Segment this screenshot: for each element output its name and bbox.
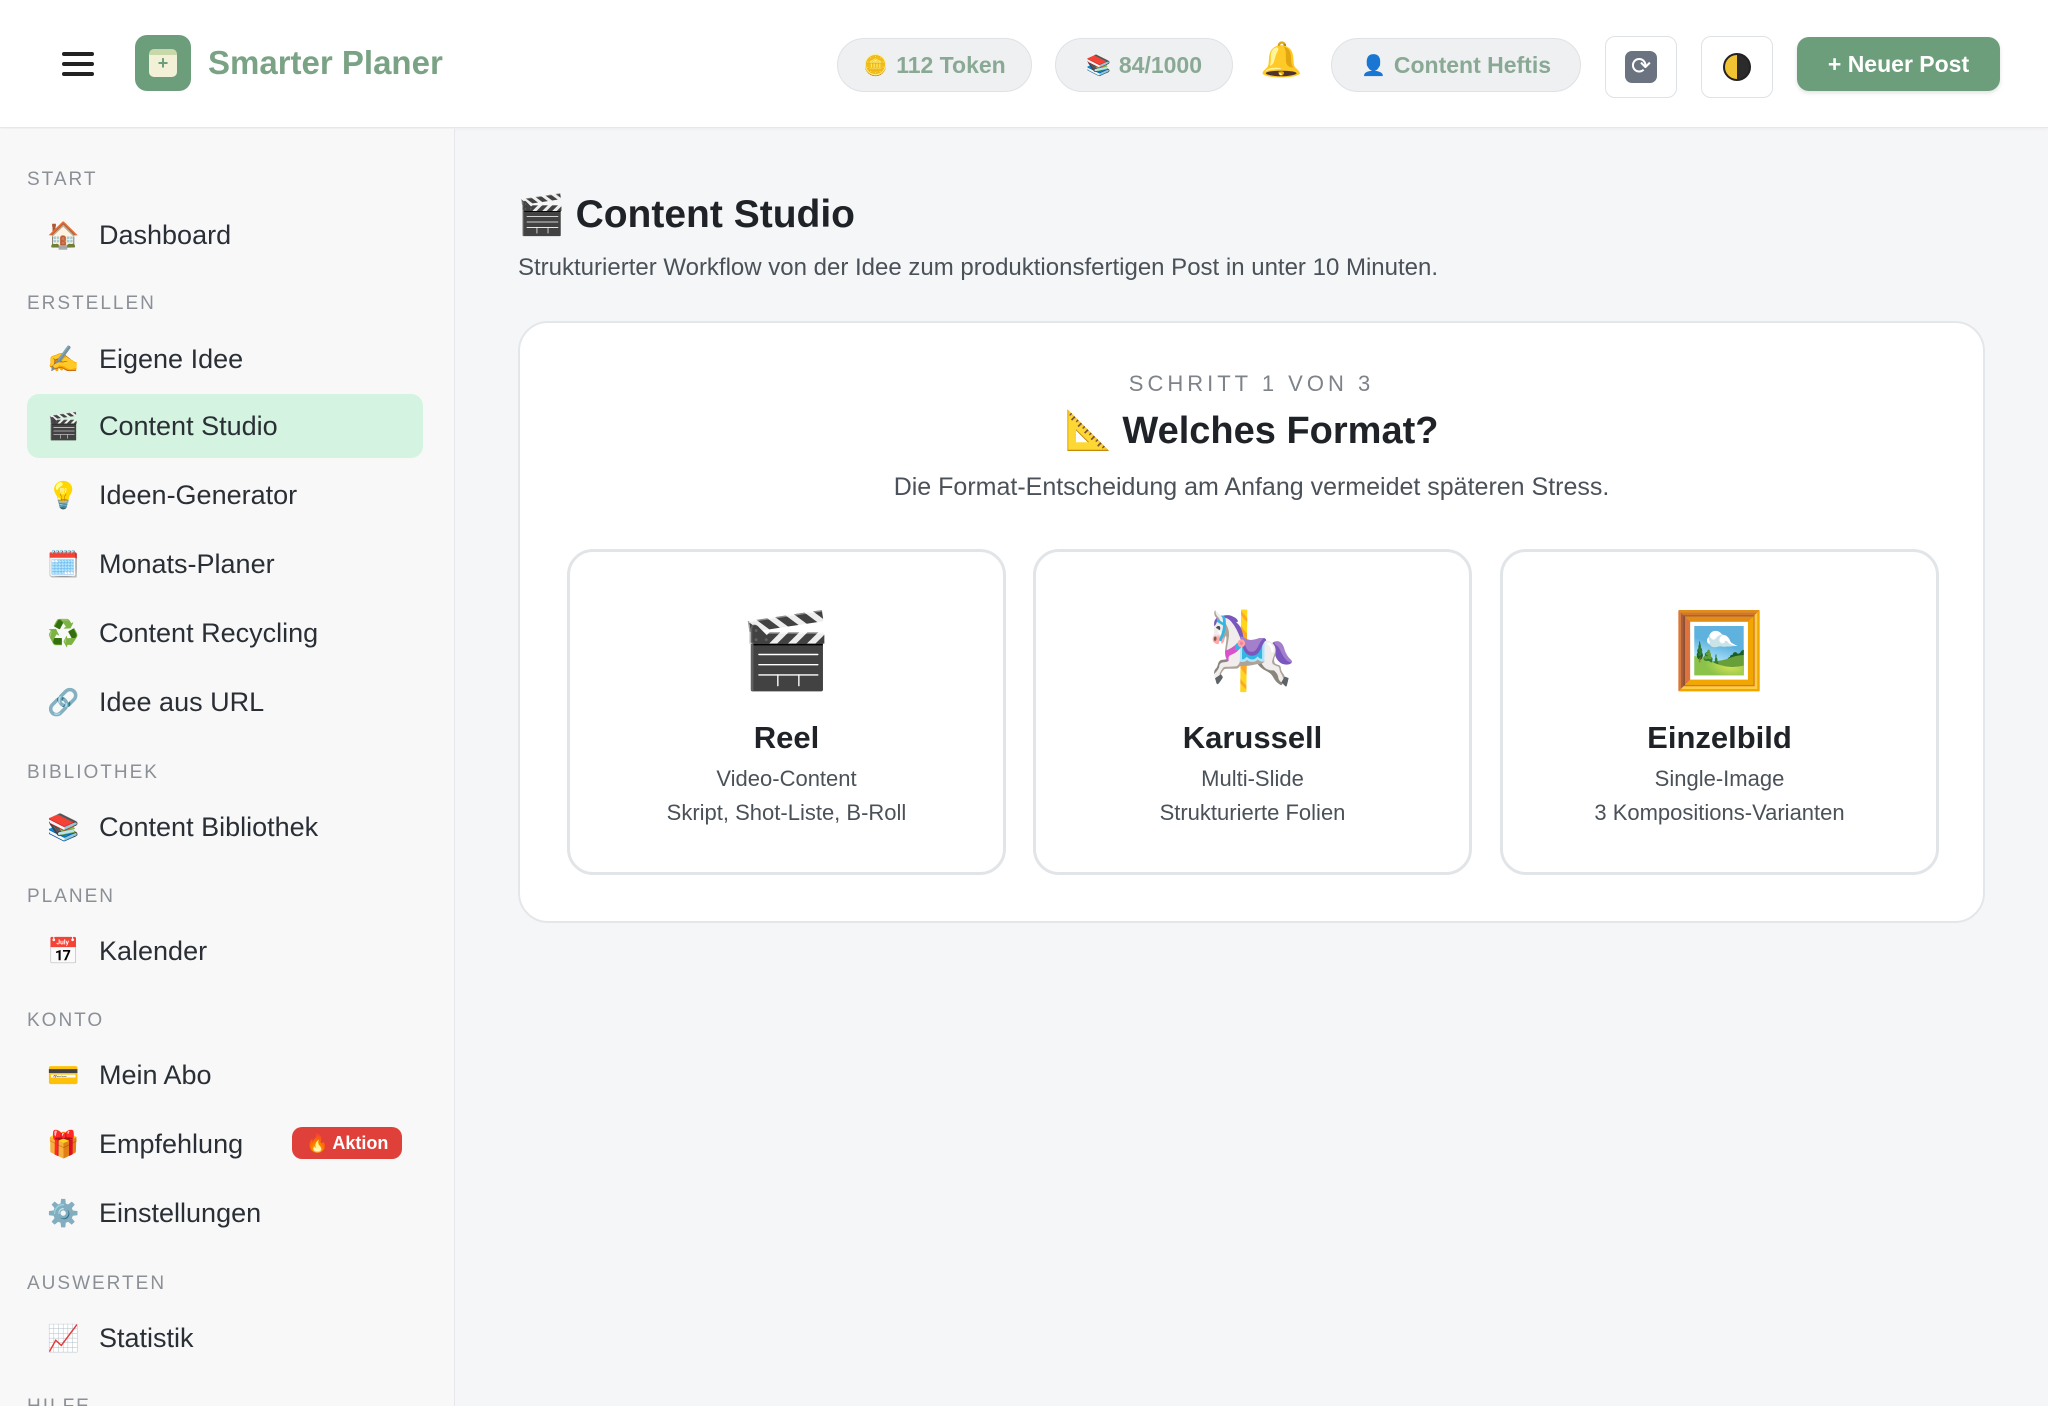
sidebar-item-eigene-idee[interactable]: ✍️ Eigene Idee [27, 327, 423, 391]
user-pill[interactable]: 👤 Content Heftis [1331, 38, 1581, 92]
format-desc-1: Video-Content [716, 766, 857, 791]
sidebar-item-label: Empfehlung [99, 1128, 244, 1159]
sidebar-item-content-bibliothek[interactable]: 📚 Content Bibliothek [27, 795, 423, 859]
theme-toggle-button[interactable] [1701, 36, 1773, 98]
token-balance-pill[interactable]: 🪙 112 Token [837, 38, 1032, 92]
quota-label: 84/1000 [1118, 51, 1203, 78]
logo-icon [135, 35, 191, 91]
link-icon: 🔗 [47, 686, 80, 717]
sidebar-item-label: Idee aus URL [99, 686, 265, 717]
user-icon: 👤 [1360, 54, 1386, 77]
step-indicator: SCHRITT 1 VON 3 [1128, 371, 1375, 396]
question-title: 📐 Welches Format? [520, 409, 1983, 453]
format-option-karussell[interactable]: 🎠 Karussell Multi-Slide Strukturierte Fo… [1033, 549, 1472, 875]
sidebar-item-label: Einstellungen [99, 1197, 262, 1228]
books-icon: 📚 [1085, 54, 1111, 77]
chart-up-icon: 📈 [47, 1322, 80, 1353]
sidebar-item-idee-aus-url[interactable]: 🔗 Idee aus URL [27, 670, 423, 734]
calendar-pad-icon: 🗓️ [47, 548, 80, 579]
sidebar-item-label: Kalender [99, 935, 208, 966]
sidebar-item-label: Dashboard [99, 219, 232, 250]
theme-moon-icon [1723, 53, 1751, 81]
sidebar-item-label: Eigene Idee [99, 343, 244, 374]
sidebar-item-label: Content Bibliothek [99, 811, 319, 842]
sidebar-item-content-recycling[interactable]: ♻️ Content Recycling [27, 601, 423, 665]
format-name: Einzelbild [1647, 720, 1792, 755]
question-text: Welches Format? [1122, 410, 1439, 452]
page-subtitle: Strukturierter Workflow von der Idee zum… [518, 254, 1439, 281]
refresh-button[interactable]: ⟳ [1605, 36, 1677, 98]
format-desc-2: Strukturierte Folien [1159, 800, 1346, 825]
format-step-card: SCHRITT 1 VON 3 📐 Welches Format? Die Fo… [518, 321, 1985, 923]
section-title-erstellen: ERSTELLEN [27, 293, 156, 314]
section-title-bibliothek: BIBLIOTHEK [27, 762, 159, 783]
sidebar-item-label: Ideen-Generator [99, 479, 298, 510]
quota-pill[interactable]: 📚 84/1000 [1055, 38, 1233, 92]
calendar-icon: 📅 [47, 935, 80, 966]
carousel-horse-icon: 🎠 [1206, 609, 1299, 692]
menu-icon[interactable] [58, 48, 98, 80]
sidebar-item-label: Monats-Planer [99, 548, 275, 579]
sidebar-item-statistik[interactable]: 📈 Statistik [27, 1306, 423, 1370]
sidebar-item-empfehlung[interactable]: 🎁 Empfehlung 🔥 Aktion [27, 1112, 423, 1176]
promo-badge: 🔥 Aktion [292, 1127, 403, 1159]
badge-label: Aktion [332, 1132, 389, 1153]
question-subtitle: Die Format-Entscheidung am Anfang vermei… [893, 473, 1610, 501]
page-title-text: Content Studio [575, 193, 855, 236]
section-title-hilfe: HILFE [27, 1396, 91, 1406]
sidebar-item-mein-abo[interactable]: 💳 Mein Abo [27, 1043, 423, 1107]
sidebar-item-einstellungen[interactable]: ⚙️ Einstellungen [27, 1181, 423, 1245]
books-icon: 📚 [47, 811, 80, 842]
gear-icon: ⚙️ [47, 1197, 80, 1228]
clapperboard-icon: 🎬 [740, 609, 833, 692]
refresh-icon: ⟳ [1625, 51, 1657, 83]
triangle-ruler-icon: 📐 [1064, 410, 1112, 452]
page-title: 🎬 Content Studio [517, 192, 855, 238]
section-title-start: START [27, 169, 98, 190]
writing-hand-icon: ✍️ [47, 343, 80, 374]
sidebar-item-label: Statistik [99, 1322, 194, 1353]
framed-picture-icon: 🖼️ [1673, 609, 1766, 692]
new-post-button[interactable]: + Neuer Post [1797, 37, 2000, 91]
app-title: Smarter Planer [208, 44, 443, 81]
format-desc-1: Multi-Slide [1201, 766, 1304, 791]
format-desc-2: 3 Kompositions-Varianten [1594, 800, 1845, 825]
format-desc-1: Single-Image [1654, 766, 1785, 791]
fire-icon: 🔥 [306, 1132, 329, 1153]
section-title-konto: KONTO [27, 1010, 105, 1031]
format-name: Reel [753, 720, 820, 755]
sidebar-item-label: Content Recycling [99, 617, 319, 648]
clapperboard-icon: 🎬 [47, 410, 80, 441]
section-title-planen: PLANEN [27, 886, 116, 907]
sidebar-item-label: Mein Abo [99, 1059, 212, 1090]
credit-card-icon: 💳 [47, 1059, 80, 1090]
section-title-auswerten: AUSWERTEN [27, 1273, 167, 1294]
lightbulb-icon: 💡 [47, 479, 80, 510]
sidebar-item-dashboard[interactable]: 🏠 Dashboard [27, 203, 423, 267]
top-header: Smarter Planer 🪙 112 Token 📚 84/1000 🔔 👤… [0, 0, 2048, 128]
sidebar: START 🏠 Dashboard ERSTELLEN ✍️ Eigene Id… [0, 129, 455, 1406]
clapperboard-icon: 🎬 [517, 194, 566, 237]
token-label: 112 Token [896, 51, 1006, 78]
bell-icon[interactable]: 🔔 [1260, 40, 1302, 80]
house-icon: 🏠 [47, 219, 80, 250]
sidebar-item-ideen-generator[interactable]: 💡 Ideen-Generator [27, 463, 423, 527]
format-name: Karussell [1182, 720, 1323, 755]
user-label: Content Heftis [1393, 51, 1552, 78]
sidebar-item-label: Content Studio [99, 410, 278, 441]
sidebar-item-content-studio[interactable]: 🎬 Content Studio [27, 394, 423, 458]
format-option-reel[interactable]: 🎬 Reel Video-Content Skript, Shot-Liste,… [567, 549, 1006, 875]
sidebar-item-monats-planer[interactable]: 🗓️ Monats-Planer [27, 532, 423, 596]
sidebar-item-kalender[interactable]: 📅 Kalender [27, 919, 423, 983]
gift-icon: 🎁 [47, 1128, 80, 1159]
recycle-icon: ♻️ [47, 617, 80, 648]
coin-icon: 🪙 [863, 54, 889, 77]
format-option-einzelbild[interactable]: 🖼️ Einzelbild Single-Image 3 Komposition… [1500, 549, 1939, 875]
format-desc-2: Skript, Shot-Liste, B-Roll [666, 800, 907, 825]
